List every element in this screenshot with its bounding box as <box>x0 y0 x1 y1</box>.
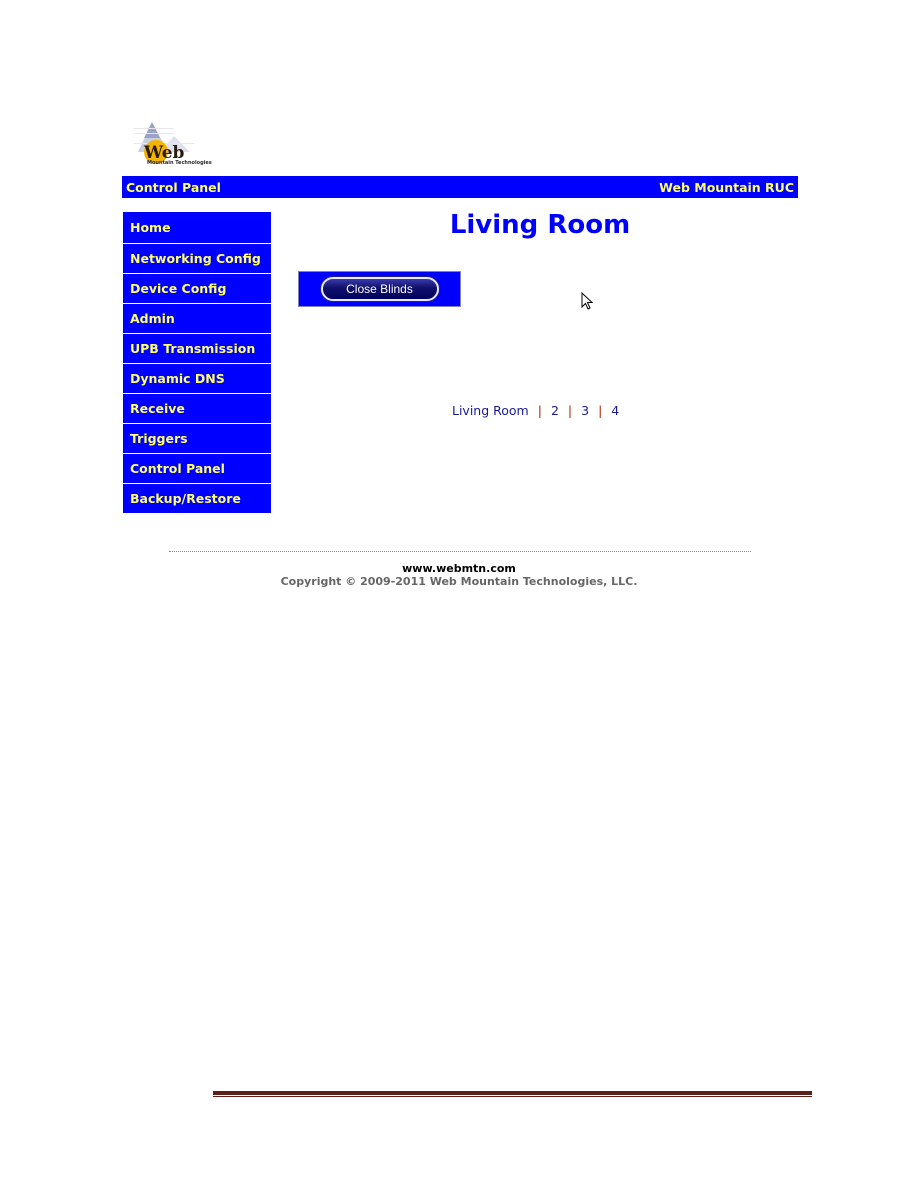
pager-separator: | <box>537 403 542 418</box>
pager-link-living-room[interactable]: Living Room <box>452 403 529 418</box>
web-mountain-logo: Web Mountain Technologies <box>134 122 216 168</box>
pager-separator: | <box>567 403 573 418</box>
sidebar-item-control-panel[interactable]: Control Panel <box>123 454 271 484</box>
sidebar-item-networking-config[interactable]: Networking Config <box>123 244 271 274</box>
action-button-panel: Close Blinds <box>298 271 461 307</box>
close-blinds-button[interactable]: Close Blinds <box>320 277 439 301</box>
sidebar-item-home[interactable]: Home <box>123 212 271 244</box>
document-footer-rule-thin <box>213 1096 812 1097</box>
sidebar-item-admin[interactable]: Admin <box>123 304 271 334</box>
mouse-pointer-icon <box>581 292 593 310</box>
svg-text:Mountain Technologies: Mountain Technologies <box>147 160 212 166</box>
header-product-name: Web Mountain RUC <box>659 179 794 195</box>
footer-website-link[interactable]: www.webmtn.com <box>0 562 918 575</box>
pager-link-2[interactable]: 2 <box>551 403 559 418</box>
sidebar-item-receive[interactable]: Receive <box>123 394 271 424</box>
mountain-logo-icon: Web Mountain Technologies <box>134 122 212 166</box>
sidebar-item-triggers[interactable]: Triggers <box>123 424 271 454</box>
sidebar-item-device-config[interactable]: Device Config <box>123 274 271 304</box>
pager-link-4[interactable]: 4 <box>611 403 619 418</box>
room-pager: Living Room | 2 | 3 | 4 <box>452 403 619 418</box>
pager-separator: | <box>598 403 603 418</box>
document-footer-rule <box>213 1091 812 1095</box>
header-bar: Control Panel Web Mountain RUC <box>122 176 798 198</box>
page-title: Living Room <box>449 210 631 240</box>
sidebar-item-dynamic-dns[interactable]: Dynamic DNS <box>123 364 271 394</box>
footer-copyright: Copyright © 2009-2011 Web Mountain Techn… <box>280 575 638 588</box>
footer-divider <box>169 551 751 552</box>
header-section-title: Control Panel <box>126 179 221 195</box>
sidebar-item-upb-transmission[interactable]: UPB Transmission <box>123 334 271 364</box>
sidebar-nav: Home Networking Config Device Config Adm… <box>123 212 271 514</box>
sidebar-item-backup-restore[interactable]: Backup/Restore <box>123 484 271 514</box>
pager-link-3[interactable]: 3 <box>581 403 589 418</box>
